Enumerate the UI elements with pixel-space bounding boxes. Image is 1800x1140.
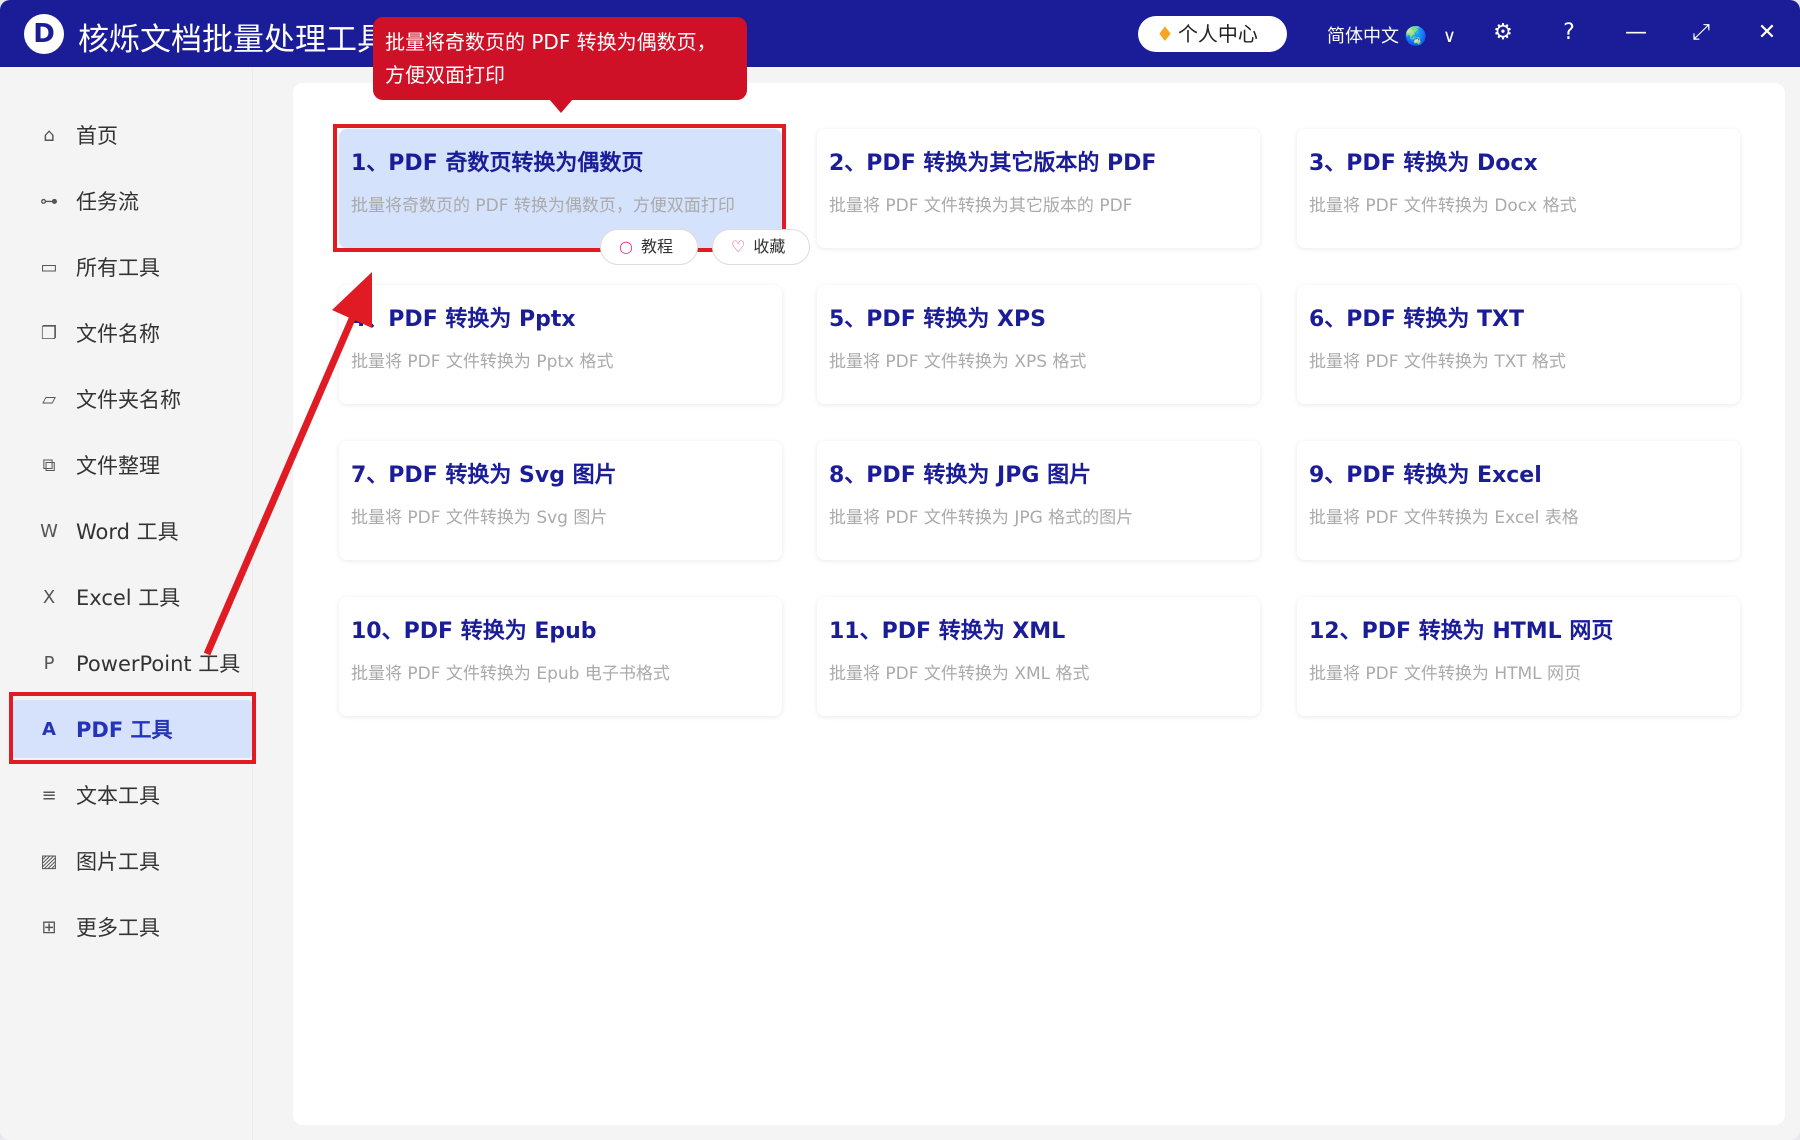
lightbulb-icon: ○ <box>619 237 633 256</box>
favorite-label: 收藏 <box>753 237 786 256</box>
heart-icon: ♡ <box>731 237 746 256</box>
favorite-button[interactable]: ♡ 收藏 <box>712 229 810 265</box>
annotation-arrow <box>203 272 372 656</box>
tutorial-label: 教程 <box>640 237 673 256</box>
tutorial-button[interactable]: ○ 教程 <box>600 229 698 265</box>
